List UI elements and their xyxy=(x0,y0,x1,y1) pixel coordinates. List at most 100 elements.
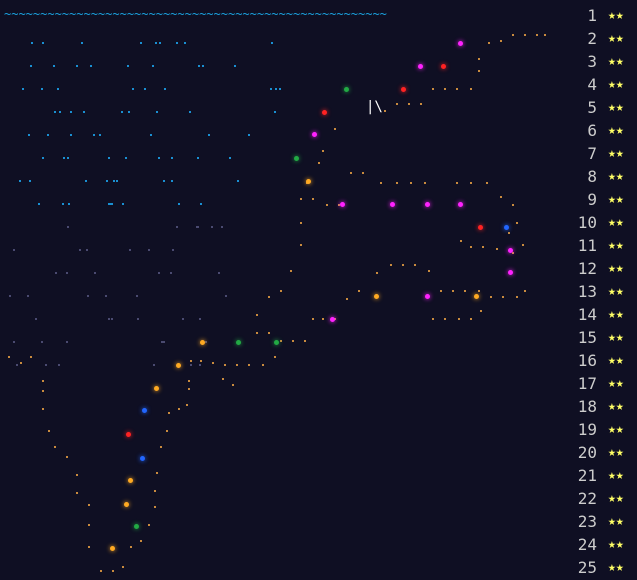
coast-dot xyxy=(30,65,32,67)
day-9-link[interactable]: 9 ★★ xyxy=(572,188,637,211)
coast-dot xyxy=(458,318,460,320)
coast-dot xyxy=(172,249,174,251)
light-icon xyxy=(478,225,483,230)
light-icon xyxy=(294,156,299,161)
calendar-art: ~~~~~~~~~~~~~~~~~~~~~~~~~~~~~~~~~~~~~~~~… xyxy=(0,0,560,580)
day-7-link[interactable]: 7 ★★ xyxy=(572,142,637,165)
day-16-link[interactable]: 16 ★★ xyxy=(572,349,637,372)
day-2-link[interactable]: 2 ★★ xyxy=(572,27,637,50)
day-stars: ★★ xyxy=(608,560,624,575)
day-11-link[interactable]: 11 ★★ xyxy=(572,234,637,257)
coast-dot xyxy=(512,252,514,254)
day-17-link[interactable]: 17 ★★ xyxy=(572,372,637,395)
day-25-link[interactable]: 25 ★★ xyxy=(572,556,637,579)
day-stars: ★★ xyxy=(608,192,624,207)
coast-dot xyxy=(199,318,201,320)
light-icon xyxy=(140,456,145,461)
coast-dot xyxy=(116,180,118,182)
day-6-link[interactable]: 6 ★★ xyxy=(572,119,637,142)
coast-dot xyxy=(137,318,139,320)
coast-dot xyxy=(544,34,546,36)
coast-dot xyxy=(500,40,502,42)
light-icon xyxy=(306,179,311,184)
day-15-link[interactable]: 15 ★★ xyxy=(572,326,637,349)
coast-dot xyxy=(218,272,220,274)
day-stars: ★★ xyxy=(608,537,624,552)
ocean-wave-line: ~~~~~~~~~~~~~~~~~~~~~~~~~~~~~~~~~~~~~~~~… xyxy=(4,7,387,21)
coast-dot xyxy=(67,226,69,228)
coast-dot xyxy=(29,180,31,182)
coast-dot xyxy=(48,430,50,432)
day-4-link[interactable]: 4 ★★ xyxy=(572,73,637,96)
coast-dot xyxy=(300,222,302,224)
light-icon xyxy=(504,225,509,230)
coast-dot xyxy=(45,364,47,366)
day-number: 21 xyxy=(577,466,597,485)
day-23-link[interactable]: 23 ★★ xyxy=(572,510,637,533)
coast-dot xyxy=(456,88,458,90)
day-13-link[interactable]: 13 ★★ xyxy=(572,280,637,303)
coast-dot xyxy=(189,111,191,113)
day-stars: ★★ xyxy=(608,146,624,161)
day-stars: ★★ xyxy=(608,238,624,253)
day-20-link[interactable]: 20 ★★ xyxy=(572,441,637,464)
light-icon xyxy=(508,248,513,253)
coast-dot xyxy=(237,180,239,182)
coast-dot xyxy=(86,249,88,251)
coast-dot xyxy=(62,203,64,205)
day-5-link[interactable]: 5 ★★ xyxy=(572,96,637,119)
coast-dot xyxy=(268,296,270,298)
day-stars: ★★ xyxy=(608,399,624,414)
day-21-link[interactable]: 21 ★★ xyxy=(572,464,637,487)
coast-dot xyxy=(182,318,184,320)
day-number: 15 xyxy=(577,328,597,347)
coast-dot xyxy=(376,272,378,274)
day-stars: ★★ xyxy=(608,169,624,184)
day-number: 2 xyxy=(587,29,597,48)
day-1-link[interactable]: 1 ★★ xyxy=(572,4,637,27)
day-stars: ★★ xyxy=(608,491,624,506)
coast-dot xyxy=(248,134,250,136)
coast-dot xyxy=(41,341,43,343)
coast-dot xyxy=(275,88,277,90)
coast-dot xyxy=(268,332,270,334)
day-number: 8 xyxy=(587,167,597,186)
day-14-link[interactable]: 14 ★★ xyxy=(572,303,637,326)
coast-dot xyxy=(66,272,68,274)
coast-dot xyxy=(35,318,37,320)
coast-dot xyxy=(106,180,108,182)
coast-dot xyxy=(163,180,165,182)
coast-dot xyxy=(508,232,510,234)
coast-dot xyxy=(54,111,56,113)
coast-dot xyxy=(270,88,272,90)
day-3-link[interactable]: 3 ★★ xyxy=(572,50,637,73)
day-10-link[interactable]: 10 ★★ xyxy=(572,211,637,234)
coast-dot xyxy=(478,58,480,60)
day-24-link[interactable]: 24 ★★ xyxy=(572,533,637,556)
coast-dot xyxy=(470,318,472,320)
coast-dot xyxy=(222,378,224,380)
day-19-link[interactable]: 19 ★★ xyxy=(572,418,637,441)
coast-dot xyxy=(362,172,364,174)
day-18-link[interactable]: 18 ★★ xyxy=(572,395,637,418)
light-icon xyxy=(312,132,317,137)
coast-dot xyxy=(111,203,113,205)
light-icon xyxy=(441,64,446,69)
day-8-link[interactable]: 8 ★★ xyxy=(572,165,637,188)
light-icon xyxy=(110,546,115,551)
day-12-link[interactable]: 12 ★★ xyxy=(572,257,637,280)
coast-dot xyxy=(109,203,111,205)
coast-dot xyxy=(232,384,234,386)
coast-dot xyxy=(132,88,134,90)
coast-dot xyxy=(160,446,162,448)
day-22-link[interactable]: 22 ★★ xyxy=(572,487,637,510)
coast-dot xyxy=(470,88,472,90)
coast-dot xyxy=(163,341,165,343)
coast-dot xyxy=(76,65,78,67)
day-number: 5 xyxy=(587,98,597,117)
day-number: 14 xyxy=(577,305,597,324)
coast-dot xyxy=(199,364,201,366)
coast-dot xyxy=(161,341,163,343)
coast-dot xyxy=(190,364,192,366)
day-stars: ★★ xyxy=(608,261,624,276)
